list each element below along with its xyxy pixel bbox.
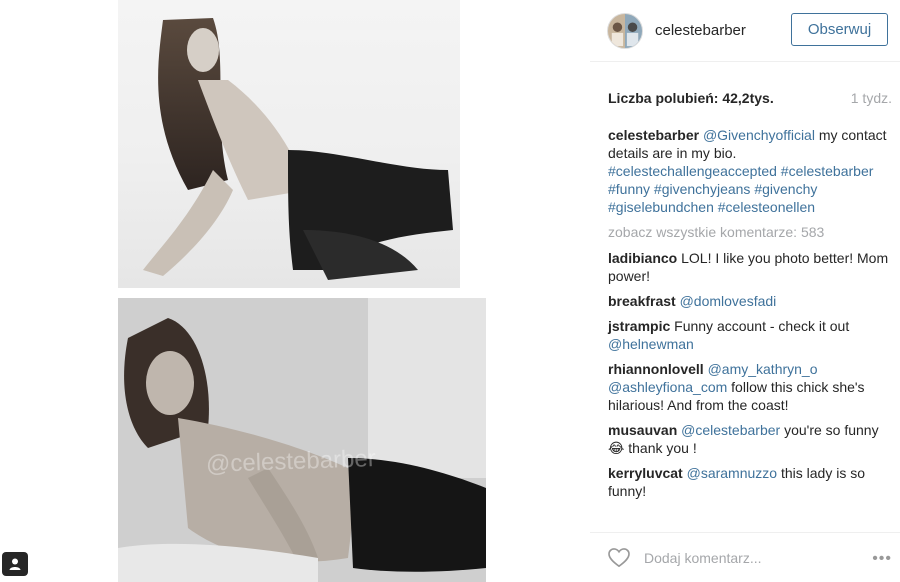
caption-hashtags[interactable]: #celestechallengeaccepted #celestebarber… [608, 163, 873, 215]
post-image-parody[interactable]: @celestebarber [118, 298, 486, 582]
post-sidebar: celestebarber Obserwuj Liczba polubień: … [590, 0, 900, 582]
heart-icon[interactable] [608, 547, 630, 568]
add-comment-input[interactable]: Dodaj komentarz... [644, 550, 762, 566]
comment-mention[interactable]: @helnewman [608, 336, 694, 352]
user-icon [9, 558, 21, 570]
comment-item: ladibianco LOL! I like you photo better!… [608, 249, 892, 285]
comment-mention[interactable]: @ashleyfiona_com [608, 379, 727, 395]
follow-button[interactable]: Obserwuj [791, 13, 888, 46]
post-header: celestebarber Obserwuj [590, 0, 900, 62]
caption-username[interactable]: celestebarber [608, 127, 699, 143]
avatar[interactable] [607, 12, 643, 49]
likes-summary[interactable]: Liczba polubień: 42,2tys. [608, 90, 774, 106]
caption: celestebarber @Givenchyofficial my conta… [608, 126, 892, 216]
comment-mention[interactable]: @amy_kathryn_o [708, 361, 818, 377]
comment-item: musauvan @celestebarber you're so funny … [608, 421, 892, 457]
likes-count: 42,2tys. [722, 90, 774, 106]
comment-item: breakfrast @domlovesfadi [608, 292, 892, 310]
comment-mention[interactable]: @celestebarber [681, 422, 780, 438]
comment-username[interactable]: kerryluvcat [608, 465, 683, 481]
caption-mention[interactable]: @Givenchyofficial [703, 127, 815, 143]
parody-photo-figure [118, 298, 486, 582]
more-options-icon[interactable]: ••• [872, 550, 892, 568]
comment-username[interactable]: jstrampic [608, 318, 670, 334]
view-all-comments-link[interactable]: zobacz wszystkie komentarze: 583 [608, 223, 892, 241]
post-image-original[interactable] [118, 0, 460, 288]
header-username[interactable]: celestebarber [655, 22, 746, 39]
comment-username[interactable]: rhiannonlovell [608, 361, 704, 377]
original-photo-figure [143, 18, 453, 280]
comment-item: kerryluvcat @saramnuzzo this lady is so … [608, 464, 892, 500]
comment-mention[interactable]: @saramnuzzo [687, 465, 777, 481]
comment-item: rhiannonlovell @amy_kathryn_o @ashleyfio… [608, 360, 892, 414]
comment-username[interactable]: musauvan [608, 422, 677, 438]
likes-label: Liczba polubień: [608, 90, 719, 106]
comment-username[interactable]: breakfrast [608, 293, 676, 309]
comment-container: ladibianco LOL! I like you photo better!… [608, 249, 892, 500]
avatar-image [608, 13, 642, 48]
image-watermark: @celestebarber [205, 445, 377, 478]
comment-footer: Dodaj komentarz... ••• [590, 532, 900, 582]
tagged-users-button[interactable] [2, 552, 28, 576]
post-media: @celestebarber [0, 0, 590, 582]
post-age[interactable]: 1 tydz. [851, 90, 892, 106]
comment-mention[interactable]: @domlovesfadi [680, 293, 777, 309]
comment-item: jstrampic Funny account - check it out @… [608, 317, 892, 353]
comment-username[interactable]: ladibianco [608, 250, 677, 266]
comment-text: Funny account - check it out [674, 318, 850, 334]
comments-list: celestebarber @Givenchyofficial my conta… [608, 126, 892, 507]
likes-row: Liczba polubień: 42,2tys. 1 tydz. [608, 90, 892, 106]
